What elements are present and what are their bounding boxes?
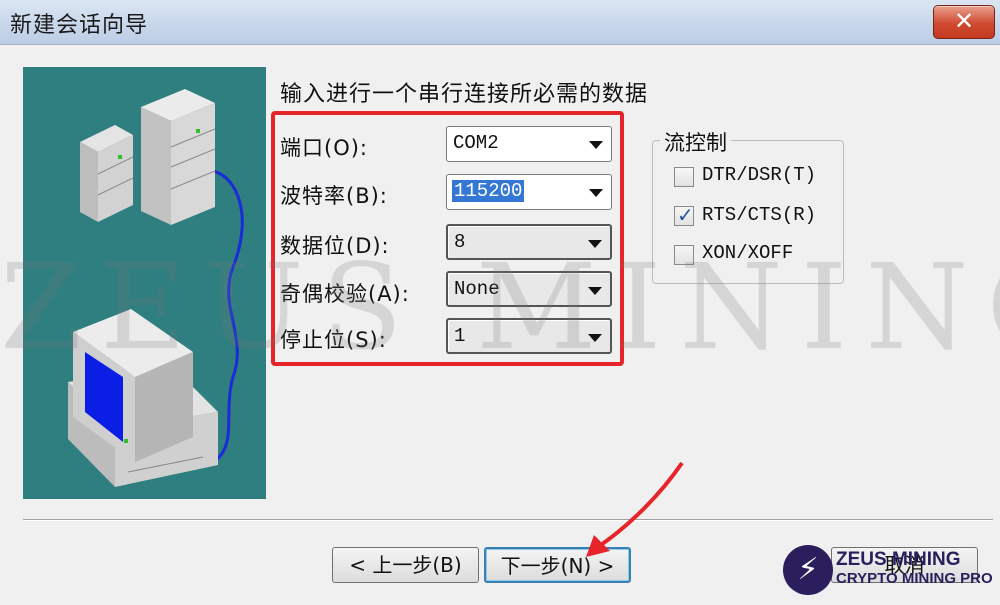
title-bar <box>0 0 1000 45</box>
brand-line1: ZEUS MINING <box>836 549 961 570</box>
rts-cts-checkbox[interactable]: ✓ <box>674 203 694 227</box>
brand-logo-icon: ⚡ <box>783 545 833 595</box>
dtr-dsr-checkbox[interactable] <box>674 167 694 187</box>
close-icon: ✕ <box>953 7 975 35</box>
checkmark-icon: ✓ <box>677 203 694 227</box>
watermark-text: ZEUS MINING <box>0 238 1000 376</box>
rts-cts-label: RTS/CTS(R) <box>702 204 817 226</box>
server-icon <box>80 125 134 222</box>
separator <box>23 519 993 521</box>
brand-line2: CRYPTO MINING PRO <box>836 570 993 587</box>
dtr-dsr-label: DTR/DSR(T) <box>702 164 817 186</box>
window-title: 新建会话向导 <box>10 13 149 38</box>
server-icon <box>141 89 216 225</box>
flow-control-title: 流控制 <box>660 127 731 157</box>
annotation-arrow-icon <box>586 461 684 557</box>
close-button[interactable]: ✕ <box>933 5 995 39</box>
back-button[interactable]: < 上一步(B) <box>332 547 479 583</box>
prompt-text: 输入进行一个串行连接所必需的数据 <box>280 82 649 107</box>
